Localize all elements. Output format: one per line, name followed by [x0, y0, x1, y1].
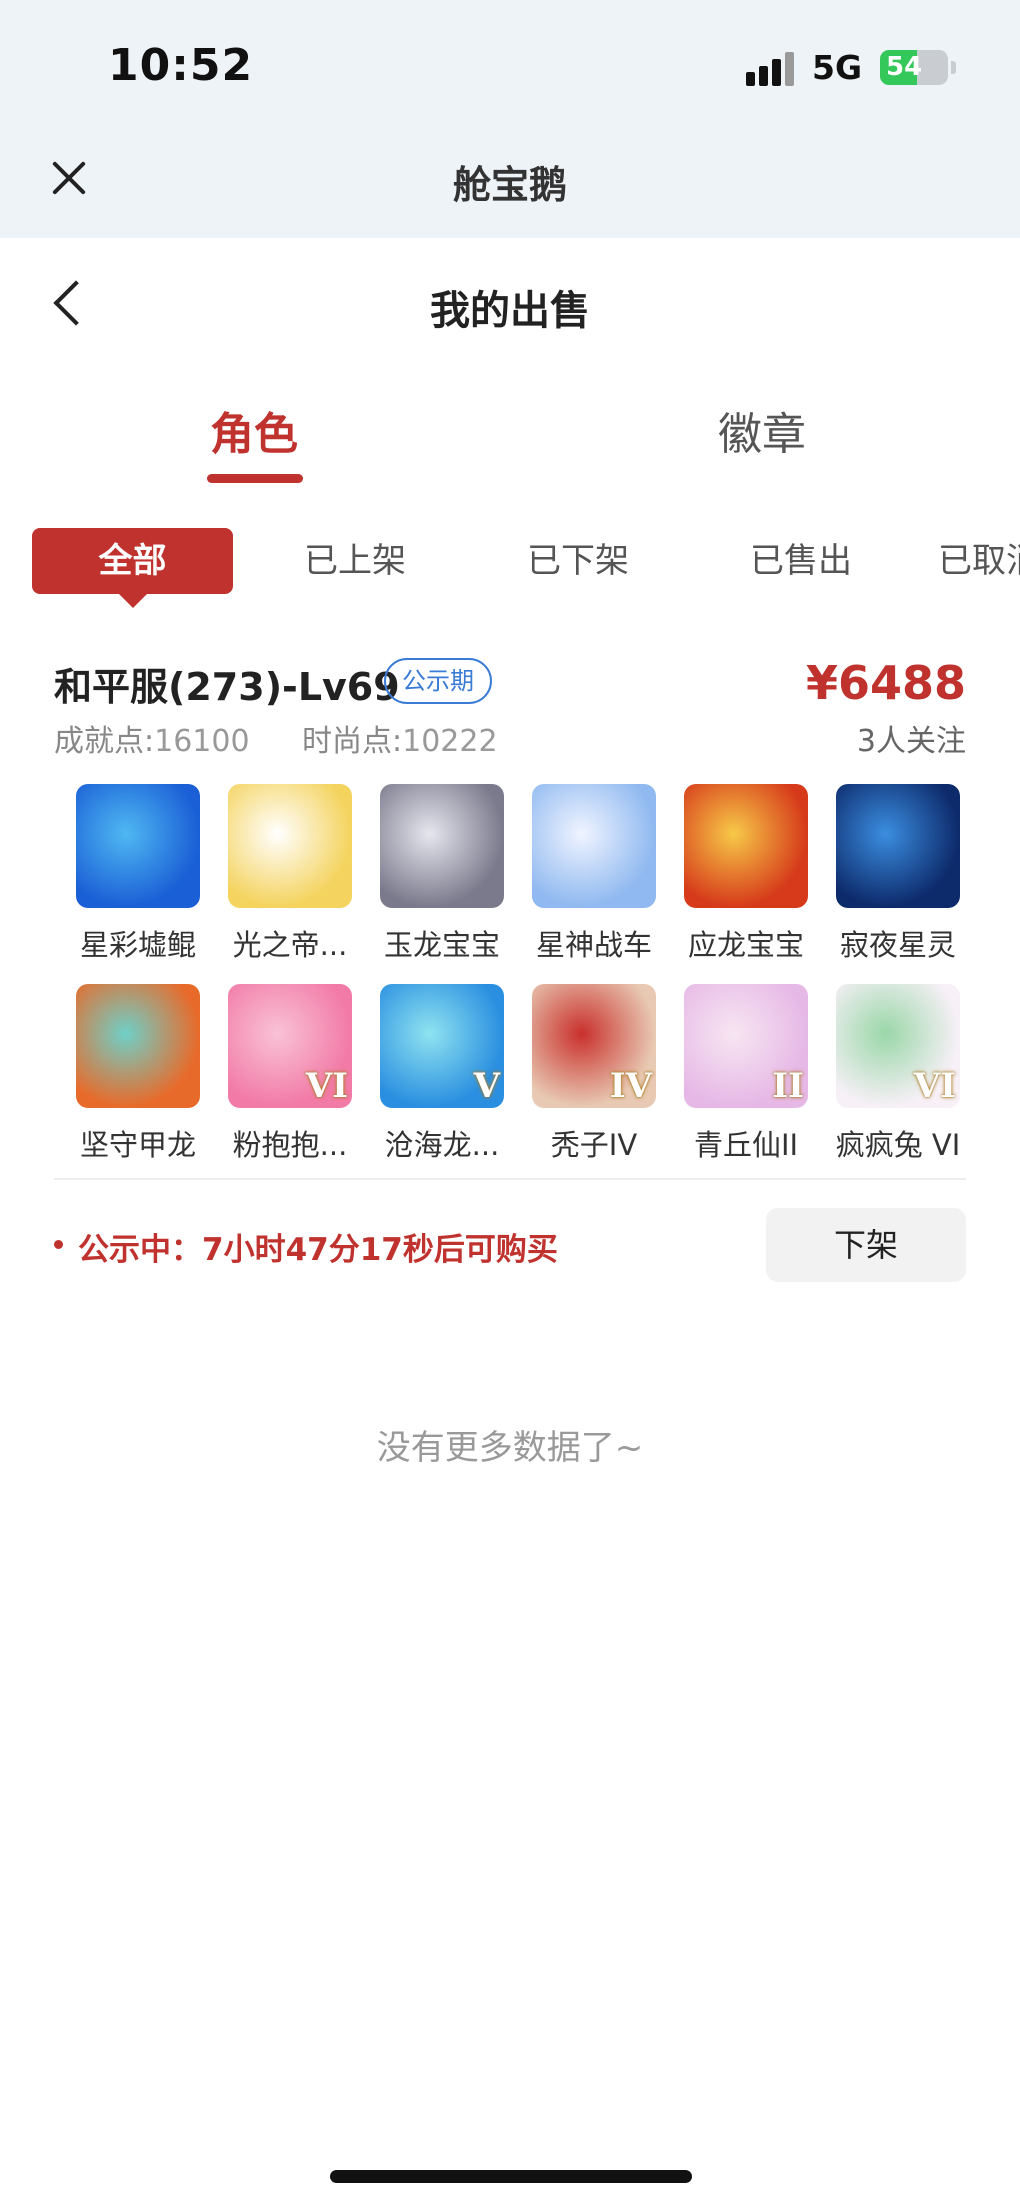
- pet-name: 青丘仙II: [693, 1128, 799, 1162]
- listing-title[interactable]: 和平服(273)-Lv69: [54, 656, 400, 711]
- pet-rank-label: V: [473, 1066, 500, 1106]
- notice-dot: [54, 1240, 63, 1249]
- pet-rank-label: IV: [609, 1066, 652, 1106]
- filter-delisted[interactable]: 已下架: [513, 528, 643, 594]
- pet-name: 坚守甲龙: [79, 1128, 196, 1162]
- signal-icon: [746, 52, 798, 86]
- battery-tip: [951, 61, 956, 74]
- pet-item[interactable]: VI 疯疯兔 VI: [822, 984, 974, 1164]
- pet-item[interactable]: 应龙宝宝: [670, 784, 822, 964]
- pet-avatar-icon: V: [380, 984, 504, 1108]
- delist-button[interactable]: 下架: [766, 1208, 966, 1282]
- filter-all[interactable]: 全部: [32, 528, 233, 594]
- pet-item[interactable]: IV 秃子IV: [518, 984, 670, 1164]
- pet-rank-label: VI: [913, 1066, 956, 1106]
- battery-icon: 54: [880, 50, 948, 85]
- filter-cancelled[interactable]: 已取消: [938, 528, 1020, 594]
- pet-name: 光之帝...: [232, 928, 348, 962]
- pet-avatar-icon: VI: [228, 984, 352, 1108]
- pet-item[interactable]: 光之帝...: [214, 784, 366, 964]
- tab-role[interactable]: 角色: [154, 398, 354, 462]
- pet-avatar-icon: [836, 784, 960, 908]
- achievement-stat: 成就点:16100: [54, 716, 250, 760]
- achievement-label: 成就点:: [54, 724, 155, 759]
- pet-name: 玉龙宝宝: [383, 928, 500, 962]
- pet-item[interactable]: 坚守甲龙: [62, 984, 214, 1164]
- countdown-notice: 公示中：7小时47分17秒后可购买: [78, 1232, 558, 1268]
- divider: [54, 1178, 966, 1180]
- fashion-label: 时尚点:: [302, 724, 403, 759]
- pet-name: 沧海龙...: [384, 1128, 500, 1162]
- pet-name: 星彩墟鲲: [79, 928, 196, 962]
- fashion-stat: 时尚点:10222: [302, 716, 498, 760]
- pet-avatar-icon: IV: [532, 984, 656, 1108]
- pet-avatar-icon: II: [684, 984, 808, 1108]
- pet-name: 星神战车: [535, 928, 652, 962]
- pet-item[interactable]: II 青丘仙II: [670, 984, 822, 1164]
- pet-item[interactable]: VI 粉抱抱...: [214, 984, 366, 1164]
- pet-avatar-icon: [76, 784, 200, 908]
- no-more-data: 没有更多数据了~: [376, 1428, 644, 1468]
- network-label: 5G: [812, 48, 863, 87]
- pet-item[interactable]: 星彩墟鲲: [62, 784, 214, 964]
- pet-avatar-icon: VI: [836, 984, 960, 1108]
- tab-underline: [207, 474, 303, 483]
- filter-pointer: [117, 592, 149, 608]
- home-indicator[interactable]: [330, 2170, 692, 2183]
- pet-name: 应龙宝宝: [687, 928, 804, 962]
- status-badge: 公示期: [384, 658, 492, 704]
- pet-item[interactable]: 寂夜星灵: [822, 784, 974, 964]
- status-and-app-header: 10:52 5G 54 舱宝鹅: [0, 0, 1020, 238]
- followers-count: 3人关注: [856, 724, 966, 759]
- filter-sold[interactable]: 已售出: [736, 528, 866, 594]
- pet-name: 秃子IV: [550, 1128, 638, 1162]
- achievement-value: 16100: [154, 724, 250, 759]
- pet-item[interactable]: V 沧海龙...: [366, 984, 518, 1164]
- page-title: 我的出售: [430, 288, 590, 334]
- pet-item[interactable]: 星神战车: [518, 784, 670, 964]
- pet-avatar-icon: [532, 784, 656, 908]
- fashion-value: 10222: [402, 724, 498, 759]
- status-time: 10:52: [108, 40, 254, 91]
- tab-badge[interactable]: 徽章: [662, 398, 862, 462]
- pet-rank-label: VI: [305, 1066, 348, 1106]
- page: 10:52 5G 54 舱宝鹅 我的出售 角色 徽章 全部 已上架 已下架 已售…: [0, 0, 1020, 2207]
- battery-text: 54: [886, 52, 923, 82]
- price: ¥6488: [805, 656, 966, 710]
- pet-item[interactable]: 玉龙宝宝: [366, 784, 518, 964]
- pet-name: 寂夜星灵: [839, 928, 956, 962]
- filter-listed[interactable]: 已上架: [290, 528, 420, 594]
- pet-avatar-icon: [684, 784, 808, 908]
- pet-name: 粉抱抱...: [232, 1128, 348, 1162]
- pet-name: 疯疯兔 VI: [835, 1128, 961, 1162]
- pet-avatar-icon: [76, 984, 200, 1108]
- pet-avatar-icon: [380, 784, 504, 908]
- app-title: 舱宝鹅: [452, 163, 567, 207]
- pet-avatar-icon: [228, 784, 352, 908]
- pet-rank-label: II: [772, 1066, 804, 1106]
